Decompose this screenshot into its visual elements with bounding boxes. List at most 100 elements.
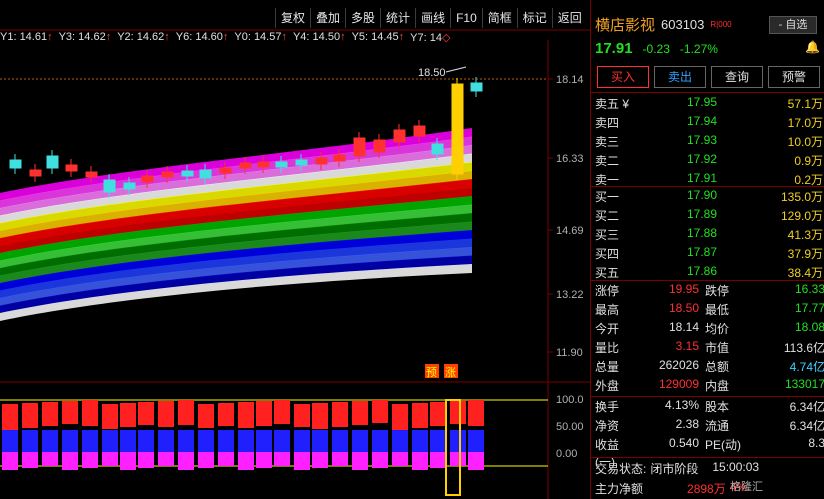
level-volume: 129.0万	[780, 209, 823, 223]
sub-bar-blue	[178, 430, 194, 452]
level-volume: 41.3万	[787, 228, 823, 242]
divider	[591, 457, 824, 458]
stat-value: 113.6亿	[783, 341, 824, 355]
sub-bar-red	[178, 400, 194, 425]
price-row: 17.91 -0.23 -1.27%	[595, 40, 718, 57]
sub-bar-red	[332, 402, 348, 427]
sub-bar-blue	[294, 430, 310, 452]
buy-button[interactable]: 买入	[597, 66, 649, 88]
ma-indicator: Y4: 14.50↑	[293, 31, 346, 47]
ma-indicator-label: Y5: 14.45	[351, 31, 399, 43]
stat-label: 跌停	[705, 284, 730, 298]
stat-label: 量比	[595, 341, 620, 355]
bid-level-row[interactable]: 买一 17.90 135.0万	[595, 188, 823, 207]
candle-body	[373, 139, 386, 153]
candle-body	[295, 159, 308, 166]
stat-label: 净资	[595, 419, 620, 433]
sub-bar-red	[450, 401, 466, 424]
sub-bar-magenta	[352, 452, 368, 470]
stat-value: 17.77	[794, 301, 824, 315]
sub-bar-red	[430, 402, 446, 426]
sub-bar-magenta	[218, 452, 234, 466]
level-label: 卖五 ¥	[595, 97, 630, 111]
sub-bar-red	[372, 400, 388, 423]
price-change: -0.23	[642, 42, 670, 56]
ma-indicator: Y3: 14.62↑	[59, 31, 112, 47]
sub-bar-red	[352, 401, 368, 425]
sub-bar-red	[294, 404, 310, 427]
ma-indicator-arrow: ↑	[340, 31, 346, 43]
candle-body	[353, 137, 366, 157]
sub-axis-label: 0.00	[556, 448, 577, 460]
alert-button[interactable]: 预警	[768, 66, 820, 88]
ma-indicator-label: Y6: 14.60	[175, 31, 223, 43]
ask-level-row[interactable]: 卖四 17.94 17.0万	[595, 114, 823, 133]
sub-bar-magenta	[274, 452, 290, 466]
ask-level-row[interactable]: 卖五 ¥ 17.95 57.1万	[595, 95, 823, 114]
add-favorite-button[interactable]: - 自选	[769, 16, 817, 34]
trade-status-label: 交易状态:	[595, 462, 647, 476]
sub-bar-magenta	[22, 452, 38, 468]
stat-row: 外盘 129009 内盘 133017	[595, 377, 824, 396]
sub-bar-blue	[82, 430, 98, 452]
kline-chart-panel[interactable]: 18.14 16.33 14.69 13.22 11.90 100.0 50.00 0.00 1…	[0, 0, 590, 499]
ask-level-row[interactable]: 卖三 17.93 10.0万	[595, 133, 823, 152]
toolbar-button[interactable]: 多股	[345, 8, 380, 28]
last-price: 17.91	[595, 40, 633, 57]
level-price: 17.87	[686, 245, 717, 259]
margin-trading-badge: R|000	[710, 19, 732, 29]
sub-bar-magenta	[412, 452, 428, 470]
stat-label: 股本	[705, 400, 730, 414]
candle-body	[181, 170, 194, 177]
toolbar-button[interactable]: 标记	[516, 8, 552, 28]
candle-body	[161, 171, 174, 178]
candle-body	[451, 83, 464, 175]
stock-code: 603103	[661, 16, 705, 32]
query-button[interactable]: 查询	[711, 66, 763, 88]
sub-bar-red	[218, 403, 234, 426]
stat-row: 收益(一) 0.540 PE(动) 8.3	[595, 436, 824, 469]
stat-value: 18.08	[794, 320, 824, 334]
divider	[591, 186, 824, 187]
stat-value: 6.34亿	[789, 419, 824, 433]
sub-bar-blue	[312, 430, 328, 452]
sub-bar-magenta	[294, 452, 310, 470]
toolbar-button[interactable]: 画线	[415, 8, 450, 28]
stat-label: 收益(一)	[595, 438, 620, 469]
toolbar-button[interactable]: 复权	[275, 8, 310, 28]
sub-bar-blue	[372, 430, 388, 452]
toolbar-button[interactable]: 统计	[380, 8, 415, 28]
ma-indicator-label: Y1: 14.61	[0, 31, 48, 43]
sub-axis-label: 100.0	[556, 394, 584, 406]
toolbar-button[interactable]: F10	[450, 8, 482, 28]
ma-indicator: Y0: 14.57↑	[234, 31, 287, 47]
toolbar-button[interactable]: 返回	[551, 8, 587, 28]
toolbar-button[interactable]: 简框	[481, 8, 517, 28]
sub-bar-magenta	[82, 452, 98, 468]
bid-level-row[interactable]: 买二 17.89 129.0万	[595, 207, 823, 226]
sub-bar-blue	[62, 430, 78, 452]
bid-level-row[interactable]: 买四 17.87 37.9万	[595, 245, 823, 264]
kline-chart-canvas[interactable]: 18.14 16.33 14.69 13.22 11.90 100.0 50.00 0.00 1…	[0, 0, 590, 499]
sub-bar-blue	[198, 430, 214, 452]
bid-level-row[interactable]: 买三 17.88 41.3万	[595, 226, 823, 245]
ask-level-row[interactable]: 卖二 17.92 0.9万	[595, 152, 823, 171]
bell-icon[interactable]: 🔔	[805, 40, 820, 54]
sell-button[interactable]: 卖出	[654, 66, 706, 88]
stat-value: 3.15	[675, 339, 699, 353]
sub-bar-blue	[430, 430, 446, 452]
sub-bar-blue	[218, 430, 234, 452]
sub-axis-label: 50.00	[556, 421, 584, 433]
sub-bar-red	[22, 403, 38, 428]
ma-indicator: Y7: 14◇	[410, 31, 450, 47]
toolbar-button[interactable]: 叠加	[310, 8, 345, 28]
ma-indicator-label: Y4: 14.50	[292, 31, 341, 43]
sub-bar-blue	[42, 430, 58, 452]
price-axis-label: 11.90	[556, 347, 583, 359]
sub-bar-blue	[274, 430, 290, 452]
candle-body	[413, 125, 426, 137]
ma-indicator-arrow: ↑	[164, 31, 170, 43]
trade-status-value: 闭市阶段	[650, 462, 699, 476]
stat-value: 2.38	[675, 417, 699, 431]
price-change-pct: -1.27%	[679, 42, 718, 56]
